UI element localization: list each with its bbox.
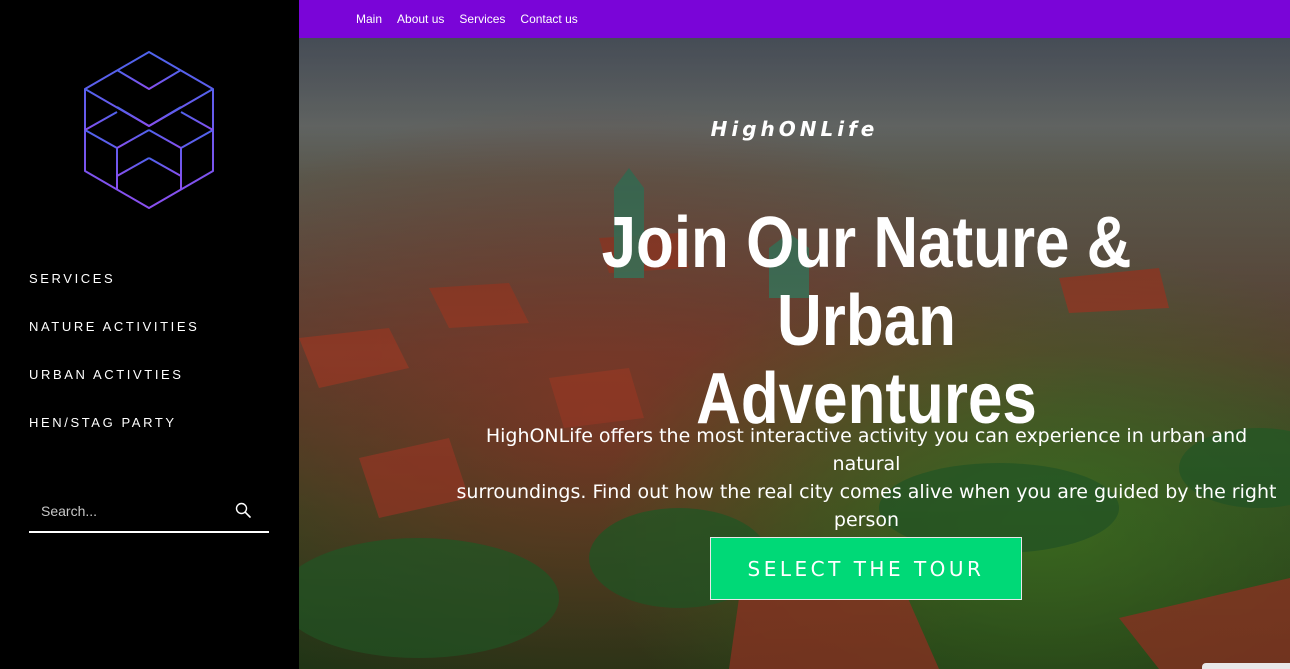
hero-section: HighONLife Join Our Nature & Urban Adven… (299, 38, 1290, 669)
top-nav-link-services[interactable]: Services (459, 12, 505, 26)
hexagon-cubes-logo[interactable] (82, 50, 216, 210)
top-nav-link-main[interactable]: Main (356, 12, 382, 26)
top-nav: Main About us Services Contact us (356, 12, 578, 26)
side-nav-link-services[interactable]: SERVICES (29, 271, 115, 286)
hero-subtext: HighONLife offers the most interactive a… (449, 422, 1284, 534)
search-input[interactable] (29, 492, 229, 530)
corner-tab (1202, 663, 1290, 669)
side-nav-item-services: SERVICES (29, 270, 199, 318)
side-nav-link-nature-activities[interactable]: NATURE ACTIVITIES (29, 319, 199, 334)
sidebar: SERVICES NATURE ACTIVITIES URBAN ACTIVTI… (0, 0, 299, 669)
side-nav-item-party: HEN/STAG PARTY (29, 414, 199, 462)
side-nav-item-urban: URBAN ACTIVTIES (29, 366, 199, 414)
hero-subtext-line2: surroundings. Find out how the real city… (456, 481, 1277, 531)
hero-headline-line1: Join Our Nature & Urban (601, 203, 1132, 361)
hero-subtext-line1: HighONLife offers the most interactive a… (485, 425, 1248, 475)
top-nav-link-about-us[interactable]: About us (397, 12, 444, 26)
top-nav-bar: Main About us Services Contact us (299, 0, 1290, 38)
side-nav-link-hen-stag-party[interactable]: HEN/STAG PARTY (29, 415, 177, 430)
top-nav-link-contact-us[interactable]: Contact us (520, 12, 577, 26)
search-box (29, 492, 269, 533)
side-nav: SERVICES NATURE ACTIVITIES URBAN ACTIVTI… (29, 270, 199, 462)
brand-wordmark: HighONLife (710, 117, 879, 141)
select-tour-button[interactable]: SELECT THE TOUR (710, 537, 1022, 600)
side-nav-item-nature: NATURE ACTIVITIES (29, 318, 199, 366)
side-nav-link-urban-activities[interactable]: URBAN ACTIVTIES (29, 367, 184, 382)
search-icon[interactable] (235, 502, 251, 518)
hero-headline: Join Our Nature & Urban Adventures (525, 204, 1209, 438)
